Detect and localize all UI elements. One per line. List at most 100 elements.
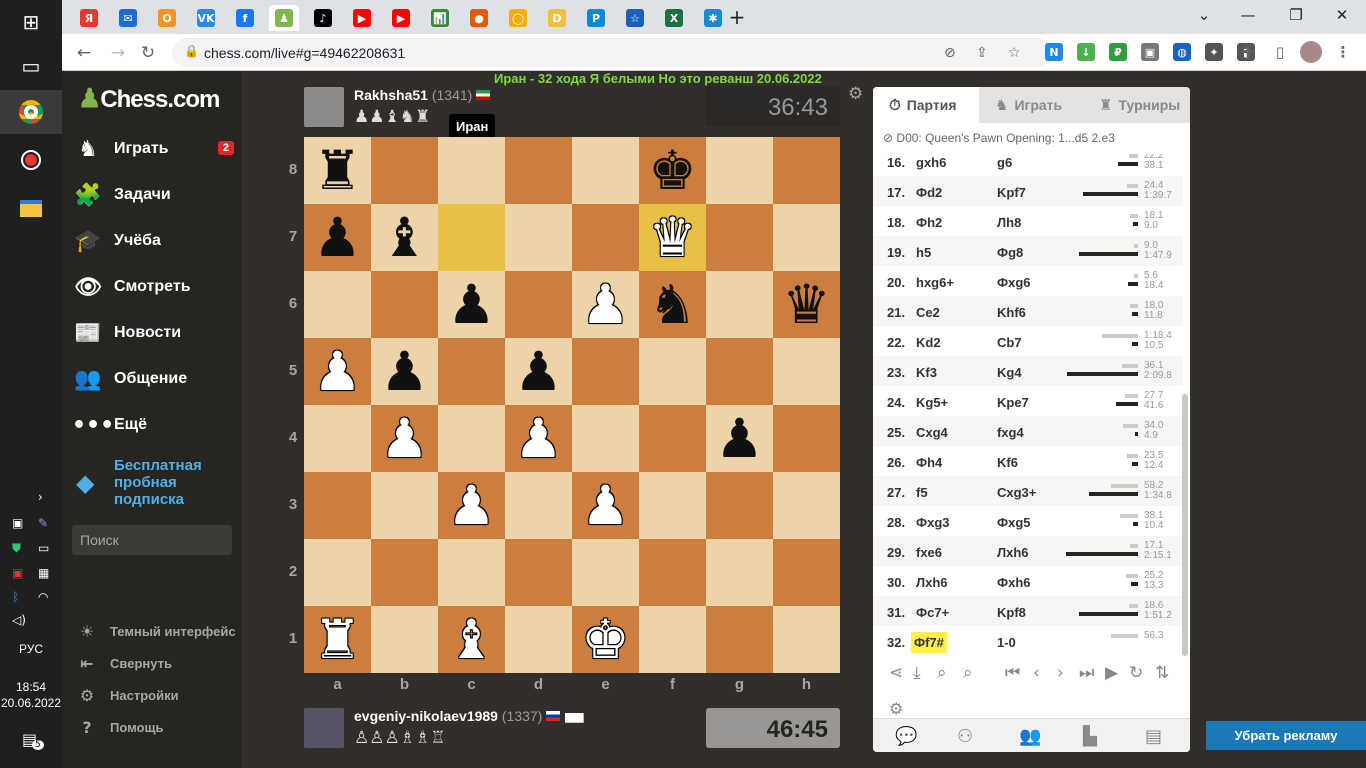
square-b1[interactable]	[371, 606, 438, 673]
black-piece-b[interactable]: ♝	[380, 210, 428, 265]
white-move[interactable]: Фh2	[916, 215, 942, 230]
white-piece-p[interactable]: ♟	[514, 411, 562, 466]
square-d3[interactable]	[505, 472, 572, 539]
square-g2[interactable]	[706, 539, 773, 606]
white-piece-r[interactable]: ♜	[313, 612, 361, 667]
black-move[interactable]: g6	[997, 155, 1012, 170]
white-move[interactable]: Kd2	[916, 335, 941, 350]
white-move[interactable]: Лxh6	[916, 575, 948, 590]
black-move[interactable]: Фxh6	[997, 575, 1031, 590]
move-row[interactable]: 20. hxg6+ Фxg6 5.6 18.4	[873, 266, 1183, 296]
sidebar-bottom-item-2[interactable]: ⚙ Настройки	[76, 683, 179, 707]
russia-flag-icon[interactable]	[546, 711, 561, 721]
white-move[interactable]: Фxg3	[916, 515, 950, 530]
share-icon[interactable]: ⇪	[976, 45, 988, 61]
chesscom-logo[interactable]: ♟Chess.com	[78, 83, 220, 114]
square-a2[interactable]	[304, 539, 371, 606]
prev-move-icon[interactable]: ‹	[1033, 663, 1040, 683]
square-f7[interactable]: ♛	[639, 204, 706, 271]
close-window-button[interactable]: ✕	[1320, 0, 1364, 30]
extension-icon-4[interactable]: ◍	[1173, 43, 1191, 61]
black-move[interactable]: Khf6	[997, 305, 1026, 320]
square-f3[interactable]	[639, 472, 706, 539]
browser-tab-10[interactable]: ●	[464, 5, 494, 31]
square-h6[interactable]: ♛	[773, 271, 840, 338]
wifi-icon[interactable]: ◠	[38, 590, 48, 604]
move-row[interactable]: 29. fxe6 Лxh6 17.1 2:15.1	[873, 536, 1183, 566]
square-f4[interactable]	[639, 405, 706, 472]
square-b7[interactable]: ♝	[371, 204, 438, 271]
friends-icon[interactable]: 👥	[1019, 726, 1041, 747]
extension-icon-1[interactable]: ↓	[1077, 43, 1095, 61]
move-row[interactable]: 24. Kg5+ Kpe7 27.7 41.6	[873, 386, 1183, 416]
sidebar-bottom-item-1[interactable]: ⇤ Свернуть	[76, 651, 172, 675]
square-f1[interactable]	[639, 606, 706, 673]
sidebar-bottom-item-3[interactable]: ? Помощь	[76, 715, 163, 739]
black-move[interactable]: Cxg3+	[997, 485, 1036, 500]
top-player-avatar[interactable]	[304, 87, 344, 127]
square-d8[interactable]	[505, 137, 572, 204]
square-e4[interactable]	[572, 405, 639, 472]
move-row[interactable]: 27. f5 Cxg3+ 58.2 1:34.8	[873, 476, 1183, 506]
tray-app-icon[interactable]: ▣	[12, 516, 23, 530]
square-a5[interactable]: ♟	[304, 338, 371, 405]
square-d5[interactable]: ♟	[505, 338, 572, 405]
play-icon[interactable]: ▶	[1105, 663, 1118, 683]
square-e7[interactable]	[572, 204, 639, 271]
sidebar-item-2[interactable]: 🎓 Учёба	[72, 221, 240, 261]
move-row[interactable]: 23. Kf3 Kg4 36.1 2:09.8	[873, 356, 1183, 386]
tray-expand-icon[interactable]: ›	[38, 490, 43, 504]
move-row[interactable]: 26. Фh4 Kf6 23.5 12.4	[873, 446, 1183, 476]
black-move[interactable]: Kpf8	[997, 605, 1026, 620]
browser-tab-0[interactable]: Я	[74, 5, 104, 31]
browser-tab-14[interactable]: ☆	[620, 5, 650, 31]
square-b2[interactable]	[371, 539, 438, 606]
move-row[interactable]: 32. Фf7# 1-0 56.3	[873, 626, 1183, 656]
white-move[interactable]: Kg5+	[916, 395, 948, 410]
sidebar-item-0[interactable]: ♞ Играть 2	[72, 129, 240, 169]
square-g7[interactable]	[706, 204, 773, 271]
browser-tab-12[interactable]: D	[542, 5, 572, 31]
square-c4[interactable]	[438, 405, 505, 472]
black-move[interactable]: Лxh6	[997, 545, 1029, 560]
extension-icon-2[interactable]: ₽	[1109, 43, 1127, 61]
opening-name[interactable]: ⊘ D00: Queen's Pawn Opening: 1...d5 2.e3	[883, 131, 1115, 145]
chess-board[interactable]: ♜ ♚ ♟ ♝ ♛ ♟ ♟ ♞ ♛ ♟ ♟ ♟ ♟ ♟ ♟ ♟ ♟ ♜ ♝ ♚	[304, 137, 840, 673]
white-piece-q[interactable]: ♛	[648, 210, 696, 265]
square-h2[interactable]	[773, 539, 840, 606]
black-piece-r[interactable]: ♜	[313, 143, 361, 198]
black-piece-k[interactable]: ♚	[648, 143, 696, 198]
board-settings-gear-icon[interactable]: ⚙	[848, 84, 863, 104]
windows-start-icon[interactable]: ⊞	[0, 0, 62, 44]
bottom-player-name[interactable]: evgeniy-nikolaev1989 (1337) ▮▮▮▮	[354, 708, 585, 724]
black-move[interactable]: Kpe7	[997, 395, 1029, 410]
recorder-icon[interactable]	[0, 138, 62, 182]
analysis-icon[interactable]: ⌕	[937, 663, 947, 683]
file-explorer-icon[interactable]	[0, 186, 62, 230]
browser-tab-5[interactable]: ♟	[269, 5, 299, 31]
share-icon[interactable]: ⋖	[889, 663, 903, 683]
square-h3[interactable]	[773, 472, 840, 539]
watch-icon[interactable]: ⚇	[957, 726, 973, 747]
black-piece-p[interactable]: ♟	[715, 411, 763, 466]
square-c6[interactable]: ♟	[438, 271, 505, 338]
square-g8[interactable]	[706, 137, 773, 204]
chat-icon[interactable]: 💬	[895, 726, 917, 747]
browser-tab-3[interactable]: VK	[191, 5, 221, 31]
black-move[interactable]: Фg8	[997, 245, 1023, 260]
black-move[interactable]: Фxg6	[997, 275, 1031, 290]
bluetooth-icon[interactable]: ᛒ	[12, 590, 19, 604]
rematch-icon[interactable]: ↻	[1129, 663, 1143, 683]
white-move[interactable]: Kf3	[916, 365, 937, 380]
browser-tab-1[interactable]: ✉	[113, 5, 143, 31]
square-c5[interactable]	[438, 338, 505, 405]
top-player-name[interactable]: Rakhsha51 (1341)	[354, 87, 491, 103]
flip-board-icon[interactable]: ⇅	[1155, 663, 1169, 683]
square-c8[interactable]	[438, 137, 505, 204]
free-trial-link[interactable]: Бесплатная пробная подписка	[114, 457, 224, 508]
white-piece-b[interactable]: ♝	[447, 612, 495, 667]
profile-avatar[interactable]	[1300, 41, 1322, 63]
first-move-icon[interactable]: ⏮	[1005, 663, 1020, 683]
white-piece-p[interactable]: ♟	[447, 478, 495, 533]
clock-date[interactable]: 20.06.2022	[0, 696, 62, 710]
